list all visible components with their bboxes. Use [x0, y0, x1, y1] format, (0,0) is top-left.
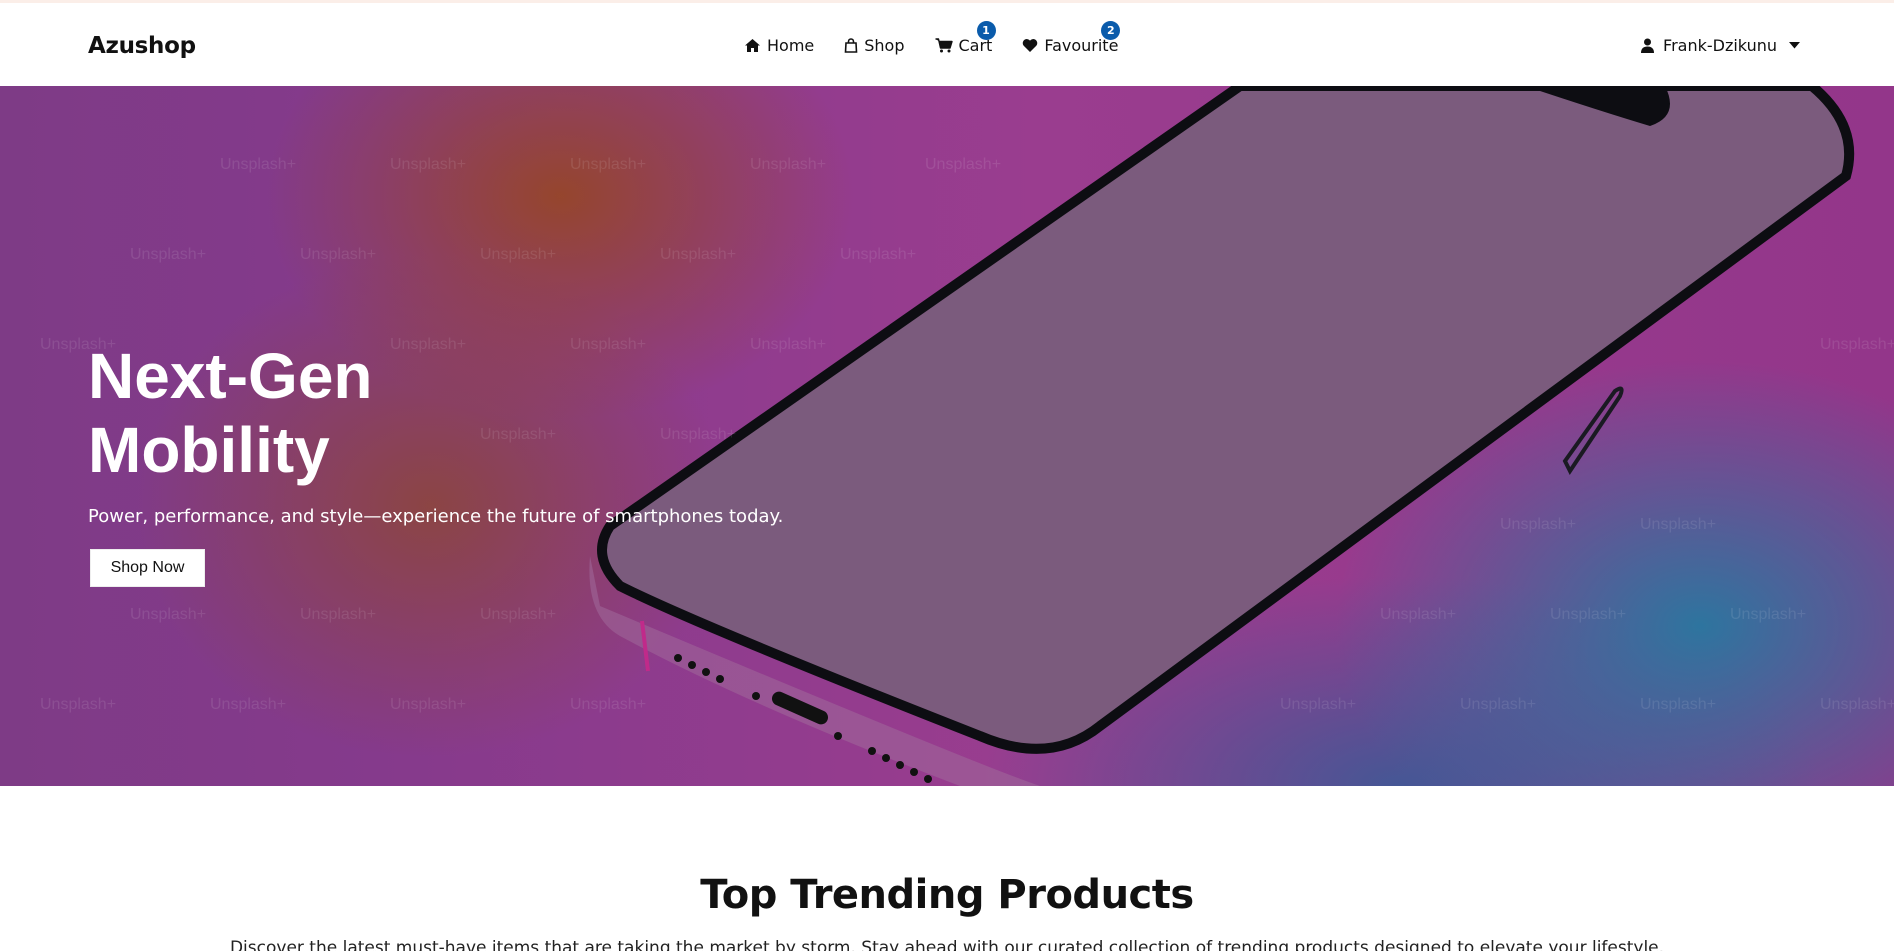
nav-home-link[interactable]: Home — [744, 36, 814, 55]
watermark-text: Unsplash+ — [570, 696, 647, 713]
watermark-text: Unsplash+ — [925, 156, 1002, 173]
watermark-text: Unsplash+ — [210, 696, 287, 713]
watermark-text: Unsplash+ — [840, 246, 917, 263]
brand-logo[interactable]: Azushop — [88, 33, 196, 59]
hero-subtitle: Power, performance, and style—experience… — [88, 506, 784, 527]
shopping-bag-icon — [844, 38, 858, 53]
watermark-text: Unsplash+ — [1820, 696, 1894, 713]
chevron-down-icon — [1789, 42, 1800, 49]
home-icon — [745, 39, 760, 52]
cart-count-badge: 1 — [976, 21, 996, 40]
watermark-text: Unsplash+ — [300, 606, 377, 623]
user-menu[interactable]: Frank-Dzikunu — [1641, 36, 1800, 55]
watermark-text: Unsplash+ — [750, 336, 827, 353]
section-title: Top Trending Products — [700, 872, 1194, 918]
navbar: Azushop Home Shop Cart 1 Favourite 2 Fra… — [0, 3, 1894, 86]
watermark-text: Unsplash+ — [390, 156, 467, 173]
nav-shop-label: Shop — [864, 36, 905, 55]
watermark-text: Unsplash+ — [40, 696, 117, 713]
watermark-text: Unsplash+ — [300, 246, 377, 263]
watermark-text: Unsplash+ — [130, 246, 207, 263]
nav-shop-link[interactable]: Shop — [844, 36, 905, 55]
user-name: Frank-Dzikunu — [1663, 36, 1777, 55]
watermark-text: Unsplash+ — [130, 606, 207, 623]
cart-icon — [935, 38, 953, 53]
nav-cart-link[interactable]: Cart 1 — [935, 21, 996, 55]
watermark-text: Unsplash+ — [1550, 606, 1627, 623]
heart-icon — [1023, 39, 1038, 52]
watermark-text: Unsplash+ — [390, 696, 467, 713]
section-description: Discover the latest must-have items that… — [229, 938, 1665, 951]
watermark-text: Unsplash+ — [1640, 696, 1717, 713]
watermark-text: Unsplash+ — [480, 606, 557, 623]
hero-title-line-2: Mobility — [88, 414, 330, 486]
main-nav: Home Shop Cart 1 Favourite 2 — [744, 21, 1148, 55]
hero-title: Next-Gen Mobility — [88, 339, 688, 487]
watermark-text: Unsplash+ — [220, 156, 297, 173]
watermark-text: Unsplash+ — [1730, 606, 1807, 623]
nav-home-label: Home — [767, 36, 815, 55]
watermark-text: Unsplash+ — [1500, 516, 1577, 533]
watermark-text: Unsplash+ — [570, 156, 647, 173]
shop-now-button[interactable]: Shop Now — [90, 549, 205, 587]
watermark-text: Unsplash+ — [660, 246, 737, 263]
watermark-text: Unsplash+ — [480, 246, 557, 263]
nav-favourite-link[interactable]: Favourite 2 — [1022, 21, 1121, 55]
watermark-text: Unsplash+ — [1280, 696, 1357, 713]
hero-title-line-1: Next-Gen — [88, 340, 373, 412]
watermark-text: Unsplash+ — [1640, 516, 1717, 533]
hero-banner: Unsplash+ Unsplash+ Unsplash+ Unsplash+ … — [0, 86, 1894, 786]
watermark-text: Unsplash+ — [750, 156, 827, 173]
user-icon — [1641, 38, 1655, 53]
watermark-text: Unsplash+ — [1820, 336, 1894, 353]
watermark-text: Unsplash+ — [1460, 696, 1537, 713]
watermark-text: Unsplash+ — [1380, 606, 1457, 623]
